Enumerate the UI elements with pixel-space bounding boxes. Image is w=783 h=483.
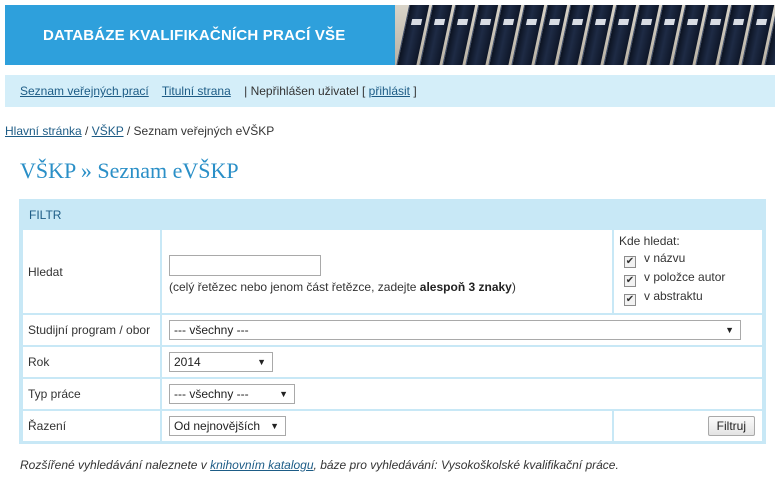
year-label: Rok [21, 345, 162, 379]
search-input[interactable] [169, 255, 321, 276]
triangle-down-icon: ▼ [725, 325, 734, 335]
checkmark-icon[interactable]: ✔ [624, 256, 636, 268]
filter-header: FILTR [21, 201, 764, 228]
books-banner-image [395, 5, 775, 65]
breadcrumb-separator: / [123, 124, 134, 138]
breadcrumb-vskp[interactable]: VŠKP [92, 124, 124, 138]
checkmark-icon[interactable]: ✔ [624, 275, 636, 287]
search-label: Hledat [21, 228, 162, 315]
type-select[interactable]: --- všechny --- ▼ [169, 384, 295, 404]
program-select[interactable]: --- všechny --- ▼ [169, 320, 741, 340]
year-select[interactable]: 2014 ▼ [169, 352, 273, 372]
nav-link-home[interactable]: Titulní strana [162, 84, 231, 98]
triangle-down-icon: ▼ [270, 421, 279, 431]
triangle-down-icon: ▼ [279, 389, 288, 399]
filter-submit-button[interactable]: Filtruj [707, 416, 755, 436]
library-catalog-link[interactable]: knihovním katalogu [210, 458, 313, 472]
checkbox-title[interactable]: ✔ v názvu [619, 251, 757, 270]
checkbox-author[interactable]: ✔ v položce autor [619, 270, 757, 289]
login-link[interactable]: přihlásit [369, 84, 410, 98]
footer-note: Rozšířené vyhledávání naleznete v knihov… [20, 458, 619, 472]
nav-link-public-works[interactable]: Seznam veřejných prací [20, 84, 149, 98]
breadcrumb-home[interactable]: Hlavní stránka [5, 124, 82, 138]
breadcrumb: Hlavní stránka / VŠKP / Seznam veřejných… [5, 124, 274, 138]
user-status-suffix: ] [413, 84, 417, 98]
triangle-down-icon: ▼ [257, 357, 266, 367]
filter-panel: FILTR Hledat (celý řetězec nebo jenom čá… [19, 199, 766, 444]
user-status-prefix: | Nepřihlášen uživatel [ [244, 84, 366, 98]
checkbox-abstract[interactable]: ✔ v abstraktu [619, 289, 757, 308]
filter-table: Hledat (celý řetězec nebo jenom část řet… [21, 228, 764, 443]
breadcrumb-separator: / [81, 124, 92, 138]
sort-select[interactable]: Od nejnovějších ▼ [169, 416, 286, 436]
breadcrumb-current: Seznam veřejných eVŠKP [133, 124, 275, 138]
checkmark-icon[interactable]: ✔ [624, 294, 636, 306]
header-banner: DATABÁZE KVALIFIKAČNÍCH PRACÍ VŠE [5, 5, 775, 65]
sort-label: Řazení [21, 409, 162, 443]
type-label: Typ práce [21, 377, 162, 411]
top-navbar: Seznam veřejných prací Titulní strana | … [5, 75, 775, 107]
search-hint: (celý řetězec nebo jenom část řetězce, z… [169, 280, 516, 294]
page-title: VŠKP » Seznam eVŠKP [20, 158, 239, 183]
program-label: Studijní program / obor [21, 313, 162, 347]
where-label: Kde hledat: [619, 234, 680, 248]
site-title: DATABÁZE KVALIFIKAČNÍCH PRACÍ VŠE [43, 27, 346, 44]
